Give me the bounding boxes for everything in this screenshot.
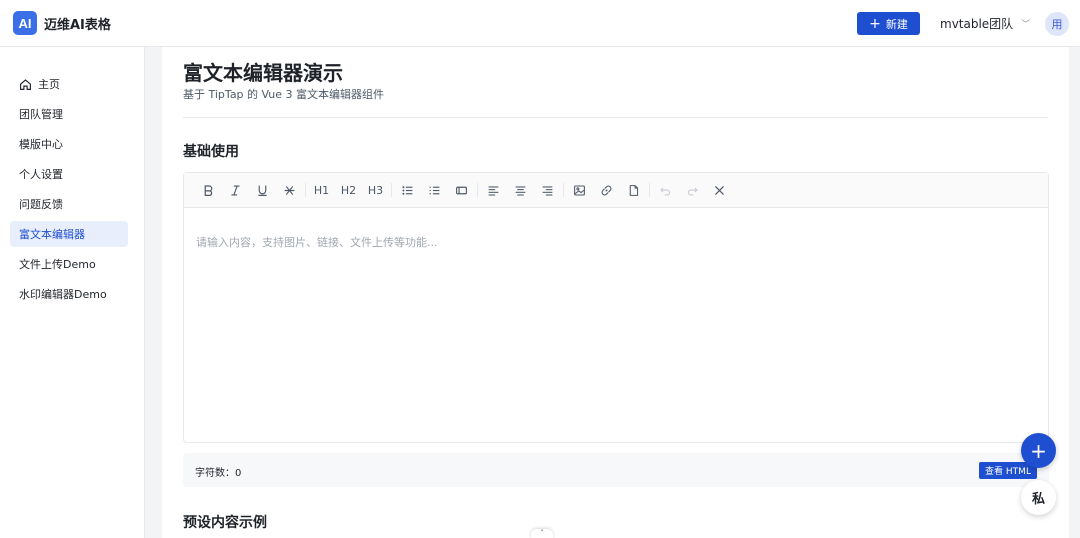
clear-format-button[interactable] — [706, 179, 733, 201]
sidebar-item-label: 团队管理 — [19, 108, 63, 121]
page-subtitle: 基于 TipTap 的 Vue 3 富文本编辑器组件 — [183, 88, 385, 101]
sidebar-item-personal-settings[interactable]: 个人设置 — [10, 161, 128, 187]
bold-button[interactable] — [195, 179, 222, 201]
image-icon — [574, 185, 585, 195]
sidebar-item-label: 富文本编辑器 — [19, 228, 85, 241]
section-title-preset: 预设内容示例 — [183, 515, 267, 531]
heading-2-button[interactable]: H2 — [335, 179, 362, 201]
avatar[interactable]: 用 — [1045, 12, 1069, 36]
home-icon — [20, 78, 31, 90]
heading-1-button[interactable]: H1 — [308, 179, 335, 201]
app-title[interactable]: 迈维AI表格 — [44, 14, 111, 33]
top-header: AI 迈维AI表格 + 新建 mvtable团队 ﹀ 用 — [0, 0, 1080, 47]
chevron-down-icon: ﹀ — [1021, 20, 1031, 30]
italic-button[interactable] — [222, 179, 249, 201]
redo-icon — [687, 187, 698, 196]
new-button-label: 新建 — [885, 17, 908, 31]
sidebar-item-home[interactable]: 主页 — [10, 71, 128, 97]
sidebar-item-label: 主页 — [38, 78, 60, 91]
link-icon — [601, 185, 612, 195]
close-icon — [715, 185, 724, 195]
ordered-list-button[interactable] — [421, 179, 448, 201]
heading-3-button[interactable]: H3 — [362, 179, 389, 201]
editor-placeholder: 请输入内容，支持图片、链接、文件上传等功能... — [196, 236, 438, 249]
align-center-icon — [515, 185, 526, 196]
scroll-handle-icon[interactable]: ˇ — [531, 529, 553, 538]
align-left-button[interactable] — [480, 179, 507, 201]
sidebar-item-label: 文件上传Demo — [19, 258, 96, 271]
insert-link-button[interactable] — [593, 179, 620, 201]
bullet-list-icon — [402, 185, 413, 195]
section-title-basic: 基础使用 — [183, 144, 239, 160]
undo-button[interactable] — [652, 179, 679, 201]
divider — [183, 117, 1048, 118]
toolbar-separator — [391, 183, 392, 197]
italic-icon — [231, 184, 240, 196]
new-button[interactable]: + 新建 — [857, 12, 920, 35]
sidebar-item-file-upload-demo[interactable]: 文件上传Demo — [10, 251, 128, 277]
toolbar-separator — [649, 183, 650, 197]
code-block-icon — [456, 186, 467, 194]
rich-text-editor: H1 H2 H3 请输入内容，支持图片、链接、文件上传等功能... — [183, 172, 1049, 443]
plus-icon: + — [869, 15, 881, 32]
align-left-icon — [488, 185, 499, 196]
char-count: 字符数：0 — [195, 468, 242, 479]
bullet-list-button[interactable] — [394, 179, 421, 201]
private-button[interactable]: 私 — [1021, 480, 1056, 515]
sidebar-item-feedback[interactable]: 问题反馈 — [10, 191, 128, 217]
sidebar-item-template-center[interactable]: 模版中心 — [10, 131, 128, 157]
editor-content[interactable]: 请输入内容，支持图片、链接、文件上传等功能... — [184, 208, 1048, 276]
insert-image-button[interactable] — [566, 179, 593, 201]
sidebar-item-rich-text-editor[interactable]: 富文本编辑器 — [10, 221, 128, 247]
ordered-list-icon — [429, 186, 440, 194]
sidebar-item-label: 水印编辑器Demo — [19, 288, 107, 301]
underline-icon — [258, 185, 267, 196]
insert-file-button[interactable] — [620, 179, 647, 201]
editor-footer: 字符数：0 查看 HTML — [183, 453, 1049, 487]
floating-add-button[interactable]: + — [1021, 433, 1056, 468]
align-right-icon — [542, 185, 553, 196]
sidebar: 主页 团队管理 模版中心 个人设置 问题反馈 富文本编辑器 文件上传Demo 水… — [0, 47, 145, 538]
sidebar-nav: 主页 团队管理 模版中心 个人设置 问题反馈 富文本编辑器 文件上传Demo 水… — [10, 71, 128, 311]
file-icon — [629, 184, 639, 196]
team-selector[interactable]: mvtable团队 ﹀ — [940, 15, 1030, 32]
toolbar-separator — [305, 183, 306, 197]
toolbar-separator — [563, 183, 564, 197]
underline-button[interactable] — [249, 179, 276, 201]
team-name: mvtable团队 — [940, 17, 1014, 31]
strikethrough-icon — [284, 185, 295, 195]
bold-icon — [204, 184, 213, 196]
sidebar-item-label: 个人设置 — [19, 168, 63, 181]
redo-button[interactable] — [679, 179, 706, 201]
plus-icon: + — [1030, 438, 1047, 463]
app-logo[interactable]: AI — [13, 11, 37, 35]
sidebar-item-label: 模版中心 — [19, 138, 63, 151]
code-block-button[interactable] — [448, 179, 475, 201]
sidebar-item-watermark-editor-demo[interactable]: 水印编辑器Demo — [10, 281, 128, 307]
editor-toolbar: H1 H2 H3 — [184, 173, 1048, 208]
page-title: 富文本编辑器演示 — [183, 61, 343, 85]
align-center-button[interactable] — [507, 179, 534, 201]
toolbar-separator — [477, 183, 478, 197]
sidebar-item-team-management[interactable]: 团队管理 — [10, 101, 128, 127]
main-content: 富文本编辑器演示 基于 TipTap 的 Vue 3 富文本编辑器组件 基础使用… — [162, 47, 1069, 538]
sidebar-item-label: 问题反馈 — [19, 198, 63, 211]
align-right-button[interactable] — [534, 179, 561, 201]
strikethrough-button[interactable] — [276, 179, 303, 201]
undo-icon — [660, 187, 671, 196]
